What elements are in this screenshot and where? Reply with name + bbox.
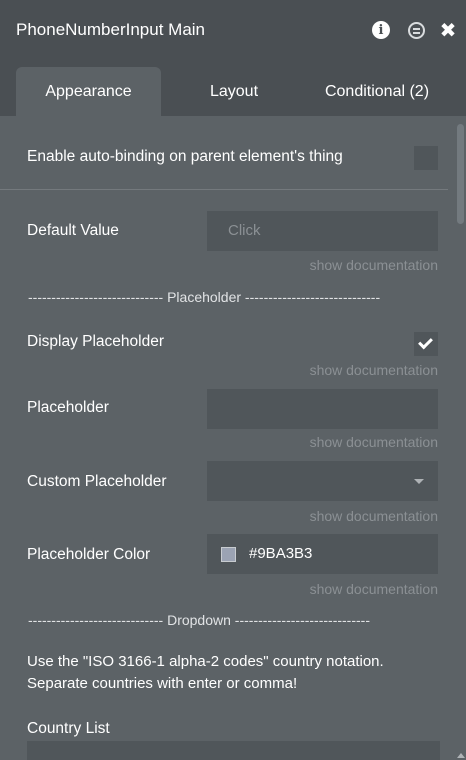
scroll-thumb[interactable] — [457, 124, 464, 224]
tab-appearance[interactable]: Appearance — [16, 67, 161, 116]
chevron-down-icon — [414, 479, 424, 484]
placeholder-input[interactable] — [207, 389, 438, 429]
info-icon[interactable]: i — [371, 20, 391, 40]
panel-header: PhoneNumberInput Main i ✖ — [0, 0, 466, 62]
comment-icon[interactable] — [406, 20, 426, 40]
display-placeholder-doc-link[interactable]: show documentation — [310, 362, 438, 378]
divider — [0, 189, 448, 190]
appearance-panel: Enable auto-binding on parent element's … — [0, 116, 466, 760]
dropdown-section-title: ----------------------------- Dropdown -… — [28, 612, 370, 628]
placeholder-color-doc-link[interactable]: show documentation — [310, 581, 438, 597]
panel-title: PhoneNumberInput Main — [16, 20, 206, 39]
display-placeholder-label: Display Placeholder — [27, 333, 164, 350]
country-notation-note: Use the "ISO 3166-1 alpha-2 codes" count… — [27, 653, 384, 692]
country-list-input[interactable] — [27, 741, 440, 760]
placeholder-color-label: Placeholder Color — [27, 546, 151, 563]
tab-conditional[interactable]: Conditional (2) — [302, 67, 452, 116]
close-icon[interactable]: ✖ — [438, 20, 458, 42]
check-icon — [418, 334, 433, 350]
color-swatch[interactable] — [221, 547, 236, 562]
placeholder-label: Placeholder — [27, 399, 109, 416]
default-value-label: Default Value — [27, 222, 119, 239]
auto-binding-label: Enable auto-binding on parent element's … — [27, 148, 343, 165]
custom-placeholder-label: Custom Placeholder — [27, 473, 167, 490]
auto-binding-checkbox[interactable] — [414, 146, 438, 170]
scroll-up-arrow-icon[interactable] — [457, 753, 465, 758]
country-list-label: Country List — [27, 720, 110, 737]
default-value-input[interactable]: Click — [207, 211, 438, 251]
placeholder-color-value: #9BA3B3 — [249, 545, 313, 562]
placeholder-section-title: ----------------------------- Placeholde… — [28, 289, 381, 305]
default-value-doc-link[interactable]: show documentation — [310, 257, 438, 273]
placeholder-color-picker[interactable]: #9BA3B3 — [207, 534, 438, 574]
tab-bar: Appearance Layout Conditional (2) — [0, 62, 466, 116]
scrollbar[interactable] — [455, 116, 466, 760]
tab-layout[interactable]: Layout — [180, 67, 288, 116]
placeholder-doc-link[interactable]: show documentation — [310, 434, 438, 450]
custom-placeholder-doc-link[interactable]: show documentation — [310, 508, 438, 524]
display-placeholder-checkbox[interactable] — [414, 332, 438, 356]
default-value-placeholder: Click — [228, 222, 261, 239]
custom-placeholder-dropdown[interactable] — [207, 461, 438, 501]
